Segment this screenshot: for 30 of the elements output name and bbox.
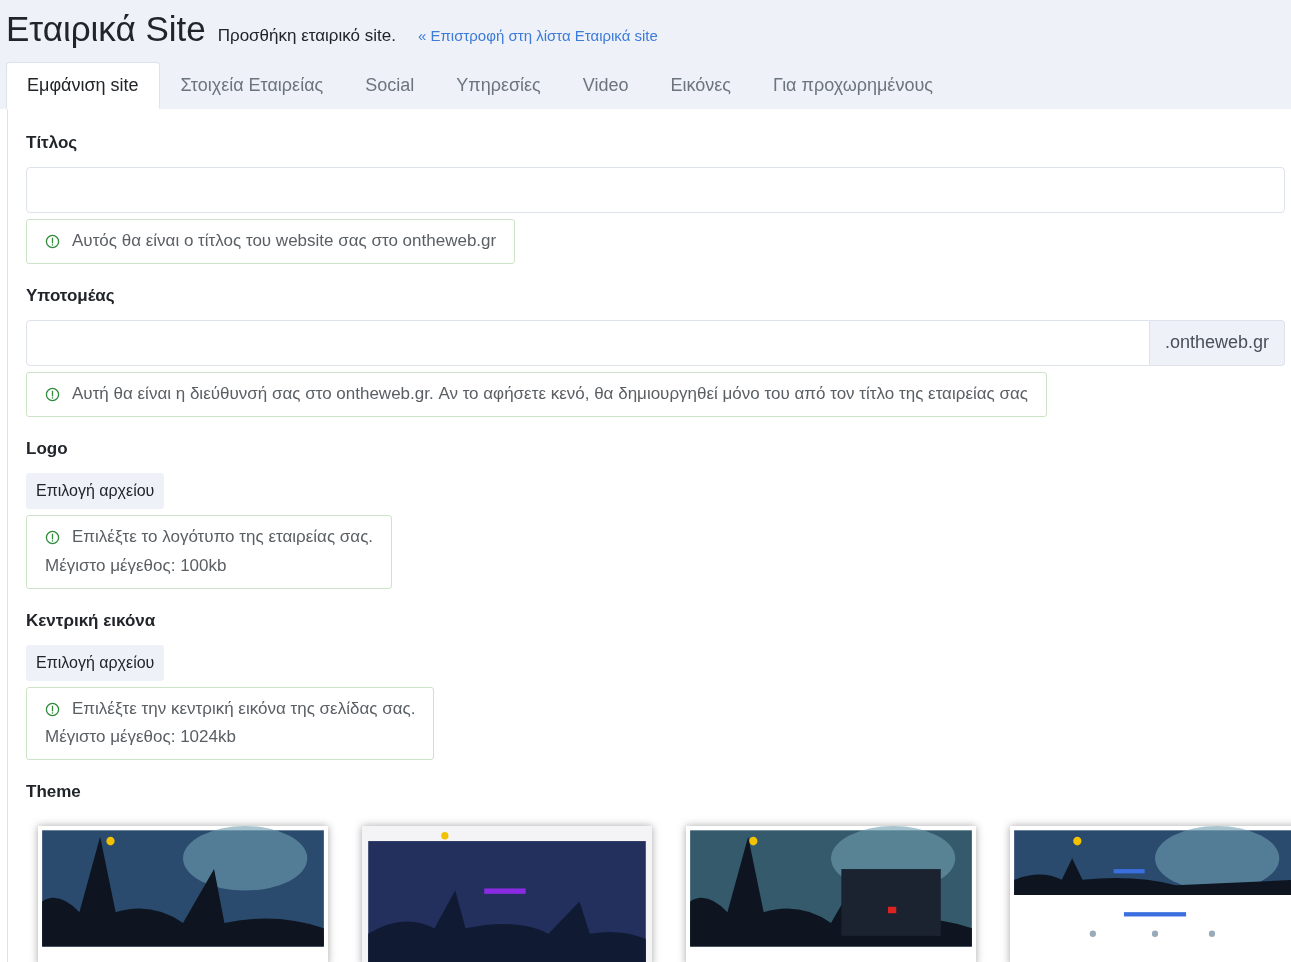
tab[interactable]: Εμφάνιση site bbox=[6, 62, 160, 109]
field-label: Logo bbox=[26, 438, 69, 459]
info-icon bbox=[45, 386, 60, 402]
hint-text: Αυτή θα είναι η διεύθυνσή σας στο ontheweb.gr. Αν το αφήσετε κενό, θα δημιουργηθεί μόνο του από τον τίτλο της εταιρείας σας bbox=[72, 382, 1028, 405]
input-field[interactable] bbox=[26, 167, 1285, 213]
tab[interactable]: Video bbox=[561, 62, 650, 109]
tab[interactable]: Εικόνες bbox=[649, 62, 752, 109]
choose-file-button[interactable]: Επιλογή αρχείου bbox=[26, 644, 165, 681]
tab[interactable]: Social bbox=[344, 62, 436, 109]
back-link[interactable]: « Επιστροφή στη λίστα Εταιρικά site bbox=[417, 27, 658, 44]
page-title: Εταιρικά Site bbox=[6, 8, 206, 50]
tab[interactable]: Υπηρεσίες bbox=[435, 62, 562, 109]
hint-text: Επιλέξτε το λογότυπο της εταιρείας σας. bbox=[72, 525, 374, 548]
field-label: Κεντρική εικόνα bbox=[26, 610, 157, 631]
info-icon bbox=[45, 529, 60, 545]
field-label: Theme bbox=[26, 782, 82, 803]
page-subtitle: Προσθήκη εταιρικό site. bbox=[217, 26, 396, 46]
info-icon bbox=[45, 233, 60, 249]
hint-note: Μέγιστο μέγεθος: 1024kb bbox=[45, 726, 237, 749]
hint-note: Μέγιστο μέγεθος: 100kb bbox=[45, 554, 228, 577]
choose-file-button[interactable]: Επιλογή αρχείου bbox=[26, 472, 165, 509]
hint-text: Επιλέξτε την κεντρική εικόνα της σελίδας σας. bbox=[72, 697, 416, 720]
field-label: Τίτλος bbox=[26, 133, 79, 153]
info-icon bbox=[45, 701, 60, 717]
tab[interactable]: Στοιχεία Εταιρείας bbox=[159, 62, 345, 109]
tab[interactable]: Για προχωρημένους bbox=[752, 62, 954, 109]
input-field[interactable] bbox=[26, 319, 1150, 366]
hint-text: Αυτός θα είναι ο τίτλος του website σας στο ontheweb.gr bbox=[72, 230, 497, 252]
domain-suffix: .ontheweb.gr bbox=[1149, 319, 1285, 366]
field-label: Υποτομέας bbox=[26, 285, 116, 306]
